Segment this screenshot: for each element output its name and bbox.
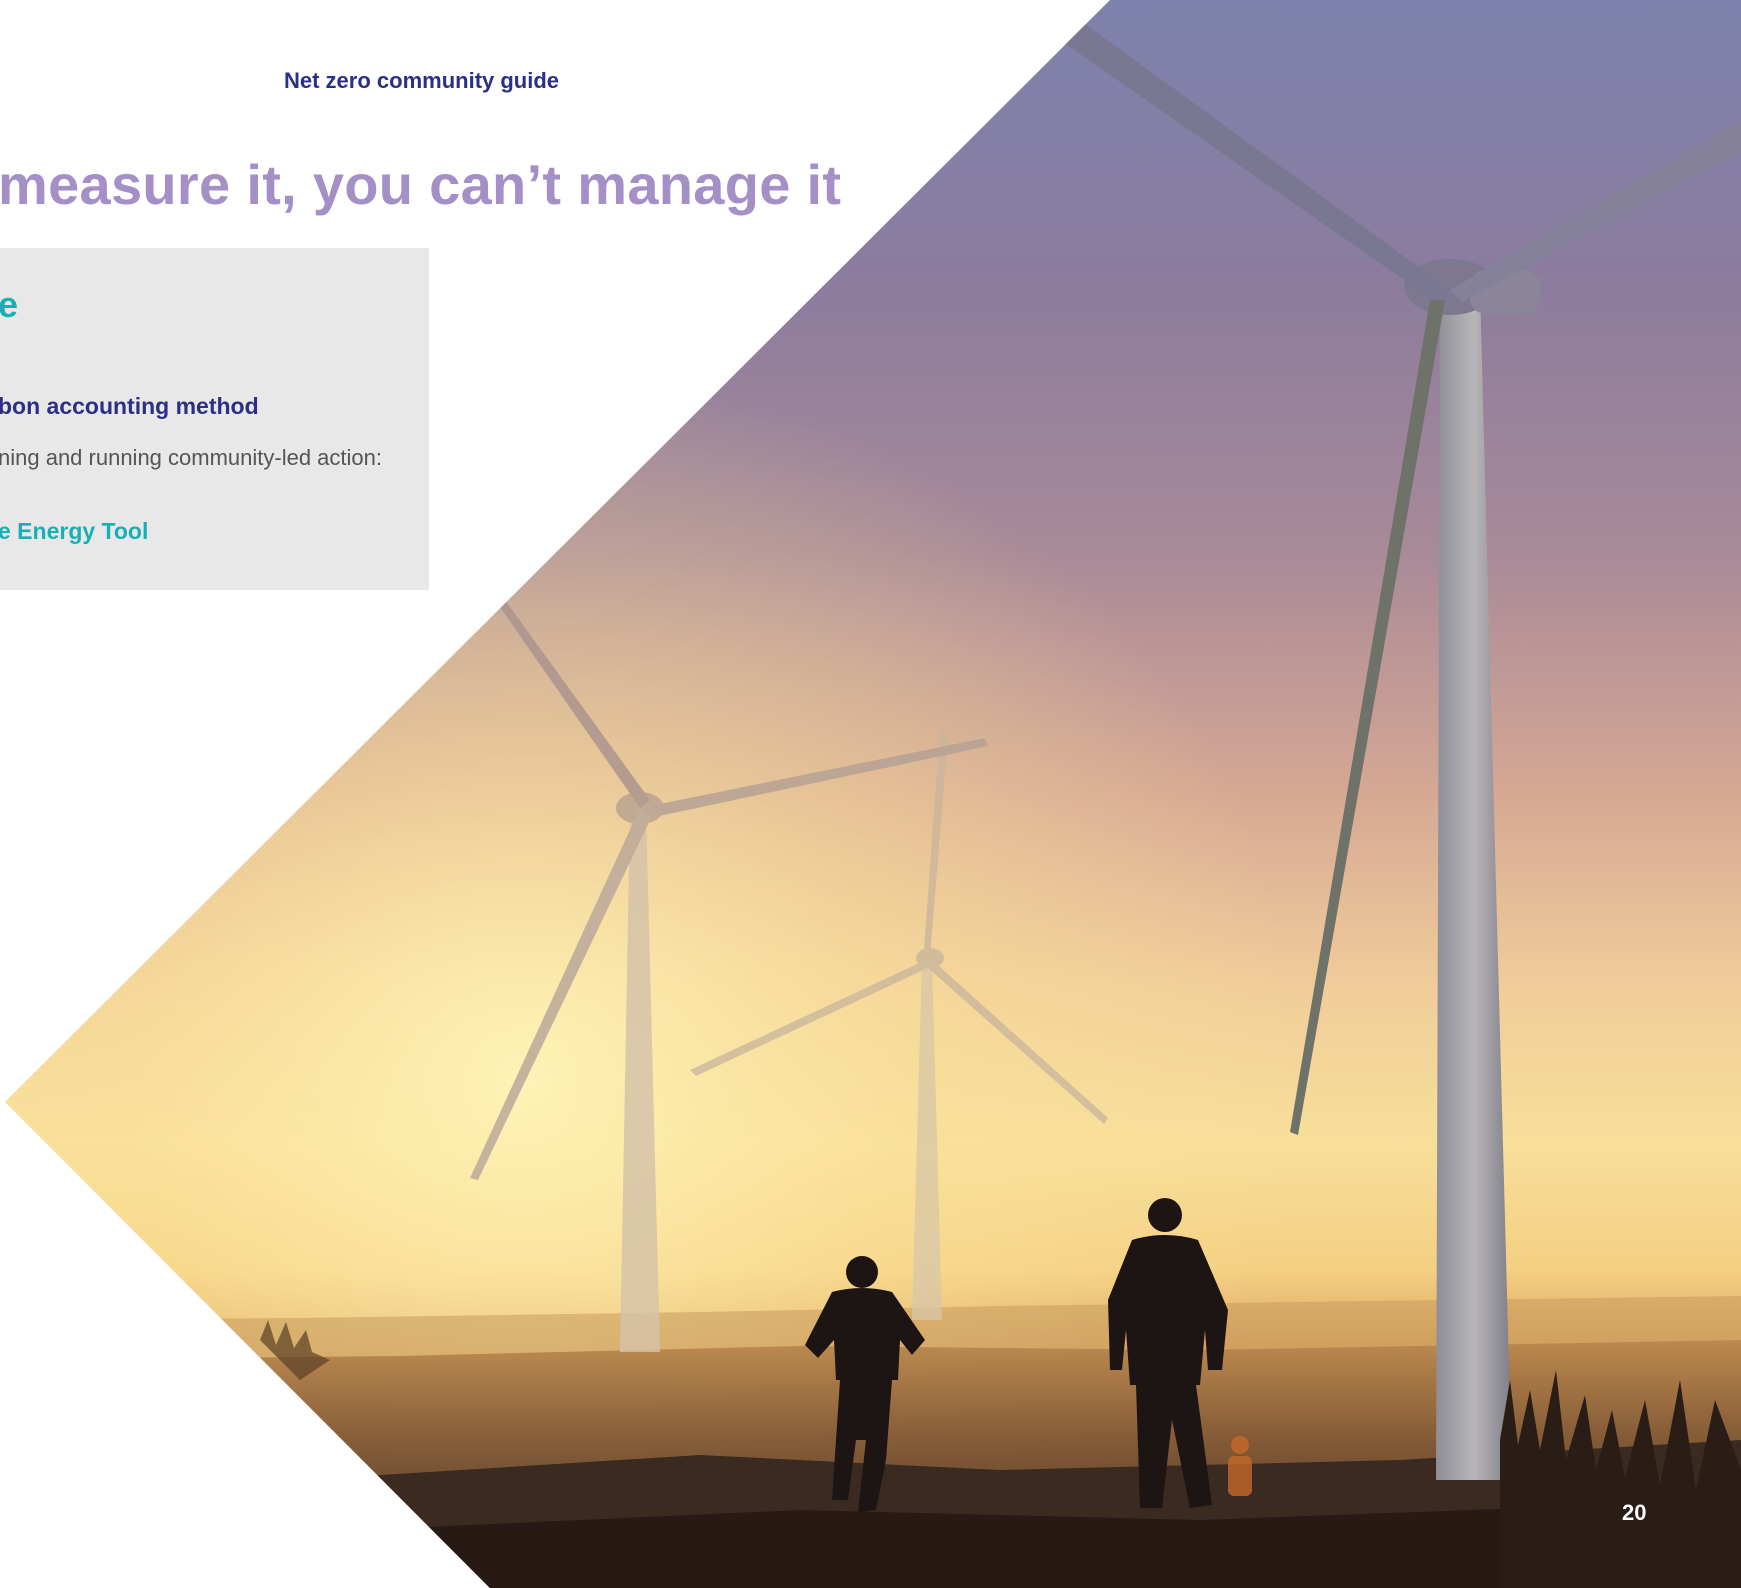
wind-turbines-photo xyxy=(5,0,1741,1588)
page: Net zero community guide measure it, you… xyxy=(0,0,1741,1588)
page-number: 20 xyxy=(1622,1500,1647,1525)
